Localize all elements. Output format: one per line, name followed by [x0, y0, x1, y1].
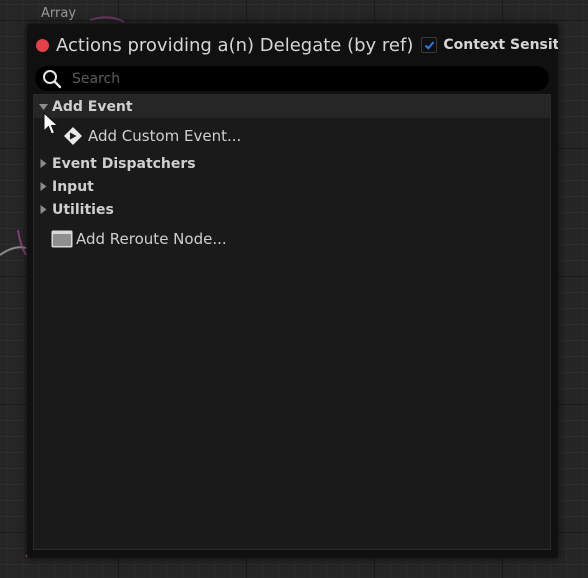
tree-category-label: Event Dispatchers — [52, 155, 196, 172]
chevron-down-icon[interactable] — [37, 101, 49, 113]
tree-item-label: Add Reroute Node... — [76, 229, 227, 248]
background-node-label: Array — [41, 6, 77, 21]
tree-category-label: Add Event — [52, 98, 133, 115]
custom-event-diamond-icon — [62, 125, 84, 147]
delegate-pin-color-icon — [36, 38, 49, 52]
action-tree-list: Add Event Add Custom Event... Event Disp… — [33, 94, 551, 550]
chevron-right-icon[interactable] — [37, 181, 49, 193]
reroute-node-icon — [51, 229, 73, 249]
checkmark-icon — [424, 40, 435, 50]
context-sensitive-checkbox[interactable] — [421, 37, 438, 53]
tree-category-event-dispatchers[interactable]: Event Dispatchers — [34, 152, 550, 175]
tree-category-label: Input — [52, 178, 94, 195]
tree-category-add-event[interactable]: Add Event — [34, 95, 550, 118]
chevron-right-icon[interactable] — [37, 204, 49, 216]
chevron-right-icon[interactable] — [37, 158, 49, 170]
search-bar[interactable] — [35, 66, 549, 91]
action-menu-title: Actions providing a(n) Delegate (by ref) — [56, 34, 414, 56]
search-icon — [43, 69, 62, 88]
tree-item-add-custom-event[interactable]: Add Custom Event... — [34, 124, 550, 147]
action-menu-panel: Actions providing a(n) Delegate (by ref)… — [27, 24, 558, 558]
tree-category-label: Utilities — [52, 201, 114, 218]
blueprint-graph-canvas[interactable]: Array Actions providing a(n) Delegate (b… — [0, 0, 588, 578]
search-input[interactable] — [70, 69, 514, 88]
action-menu-titlebar: Actions providing a(n) Delegate (by ref)… — [27, 24, 558, 66]
context-sensitive-label[interactable]: Context Sensitiv — [443, 37, 558, 53]
tree-item-add-reroute-node[interactable]: Add Reroute Node... — [34, 227, 550, 250]
tree-item-label: Add Custom Event... — [88, 126, 242, 145]
tree-category-utilities[interactable]: Utilities — [34, 198, 550, 221]
tree-category-input[interactable]: Input — [34, 175, 550, 198]
